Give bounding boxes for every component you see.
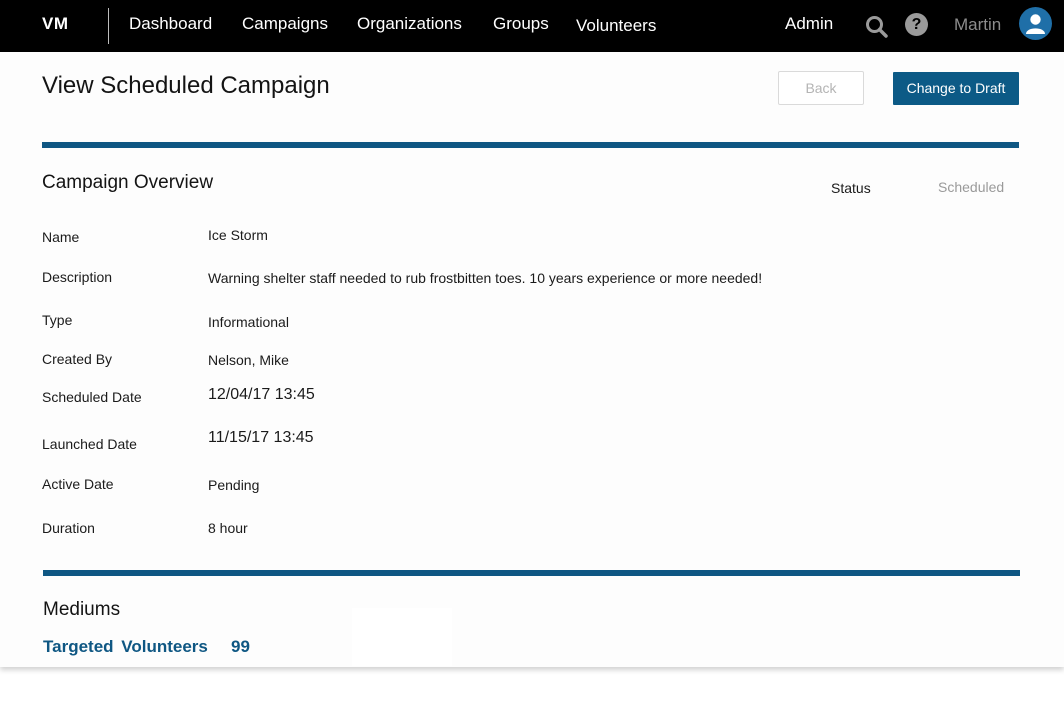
- description-label: Description: [42, 269, 113, 285]
- nav-groups[interactable]: Groups: [493, 14, 549, 34]
- targeted-volunteers-link[interactable]: Targeted Volunteers: [43, 637, 208, 657]
- brand-divider: [108, 8, 109, 44]
- search-icon[interactable]: [864, 14, 890, 40]
- scheduled-date-label: Scheduled Date: [42, 389, 142, 405]
- scheduled-date-value: 12/04/17 13:45: [208, 386, 315, 403]
- nav-organizations[interactable]: Organizations: [357, 14, 462, 34]
- status-label: Status: [831, 180, 871, 196]
- created-by-value: Nelson, Mike: [208, 352, 289, 368]
- status-value: Scheduled: [938, 179, 1005, 195]
- targeted-volunteers-count: 99: [231, 637, 250, 656]
- type-label: Type: [42, 312, 73, 328]
- user-name[interactable]: Martin: [954, 15, 1001, 35]
- type-value: Informational: [208, 314, 289, 330]
- change-to-draft-button[interactable]: Change to Draft: [893, 72, 1019, 105]
- campaign-card: View Scheduled Campaign Back Change to D…: [0, 52, 1064, 667]
- section-divider: [43, 570, 1020, 576]
- top-nav: VM Dashboard Campaigns Organizations Gro…: [0, 0, 1064, 52]
- name-label: Name: [42, 229, 80, 245]
- nav-volunteers[interactable]: Volunteers: [576, 16, 656, 36]
- duration-value: 8 hour: [208, 520, 248, 536]
- help-icon[interactable]: ?: [905, 13, 928, 36]
- page-title: View Scheduled Campaign: [42, 72, 330, 99]
- user-avatar-icon[interactable]: [1019, 7, 1052, 40]
- campaign-overview-heading: Campaign Overview: [42, 172, 214, 193]
- description-value: Warning shelter staff needed to rub fros…: [208, 270, 763, 286]
- mediums-heading: Mediums: [43, 599, 121, 620]
- created-by-label: Created By: [42, 351, 113, 367]
- nav-admin[interactable]: Admin: [785, 14, 833, 34]
- back-button[interactable]: Back: [778, 71, 864, 105]
- section-divider: [42, 142, 1019, 148]
- nav-dashboard[interactable]: Dashboard: [129, 14, 212, 34]
- name-value: Ice Storm: [208, 227, 268, 243]
- active-date-value: Pending: [208, 477, 260, 493]
- brand-logo[interactable]: VM: [42, 14, 69, 34]
- active-date-label: Active Date: [42, 476, 114, 492]
- launched-date-label: Launched Date: [42, 436, 137, 452]
- duration-label: Duration: [42, 520, 95, 536]
- nav-campaigns[interactable]: Campaigns: [242, 14, 328, 34]
- launched-date-value: 11/15/17 13:45: [208, 429, 314, 446]
- blank-area: [352, 608, 452, 666]
